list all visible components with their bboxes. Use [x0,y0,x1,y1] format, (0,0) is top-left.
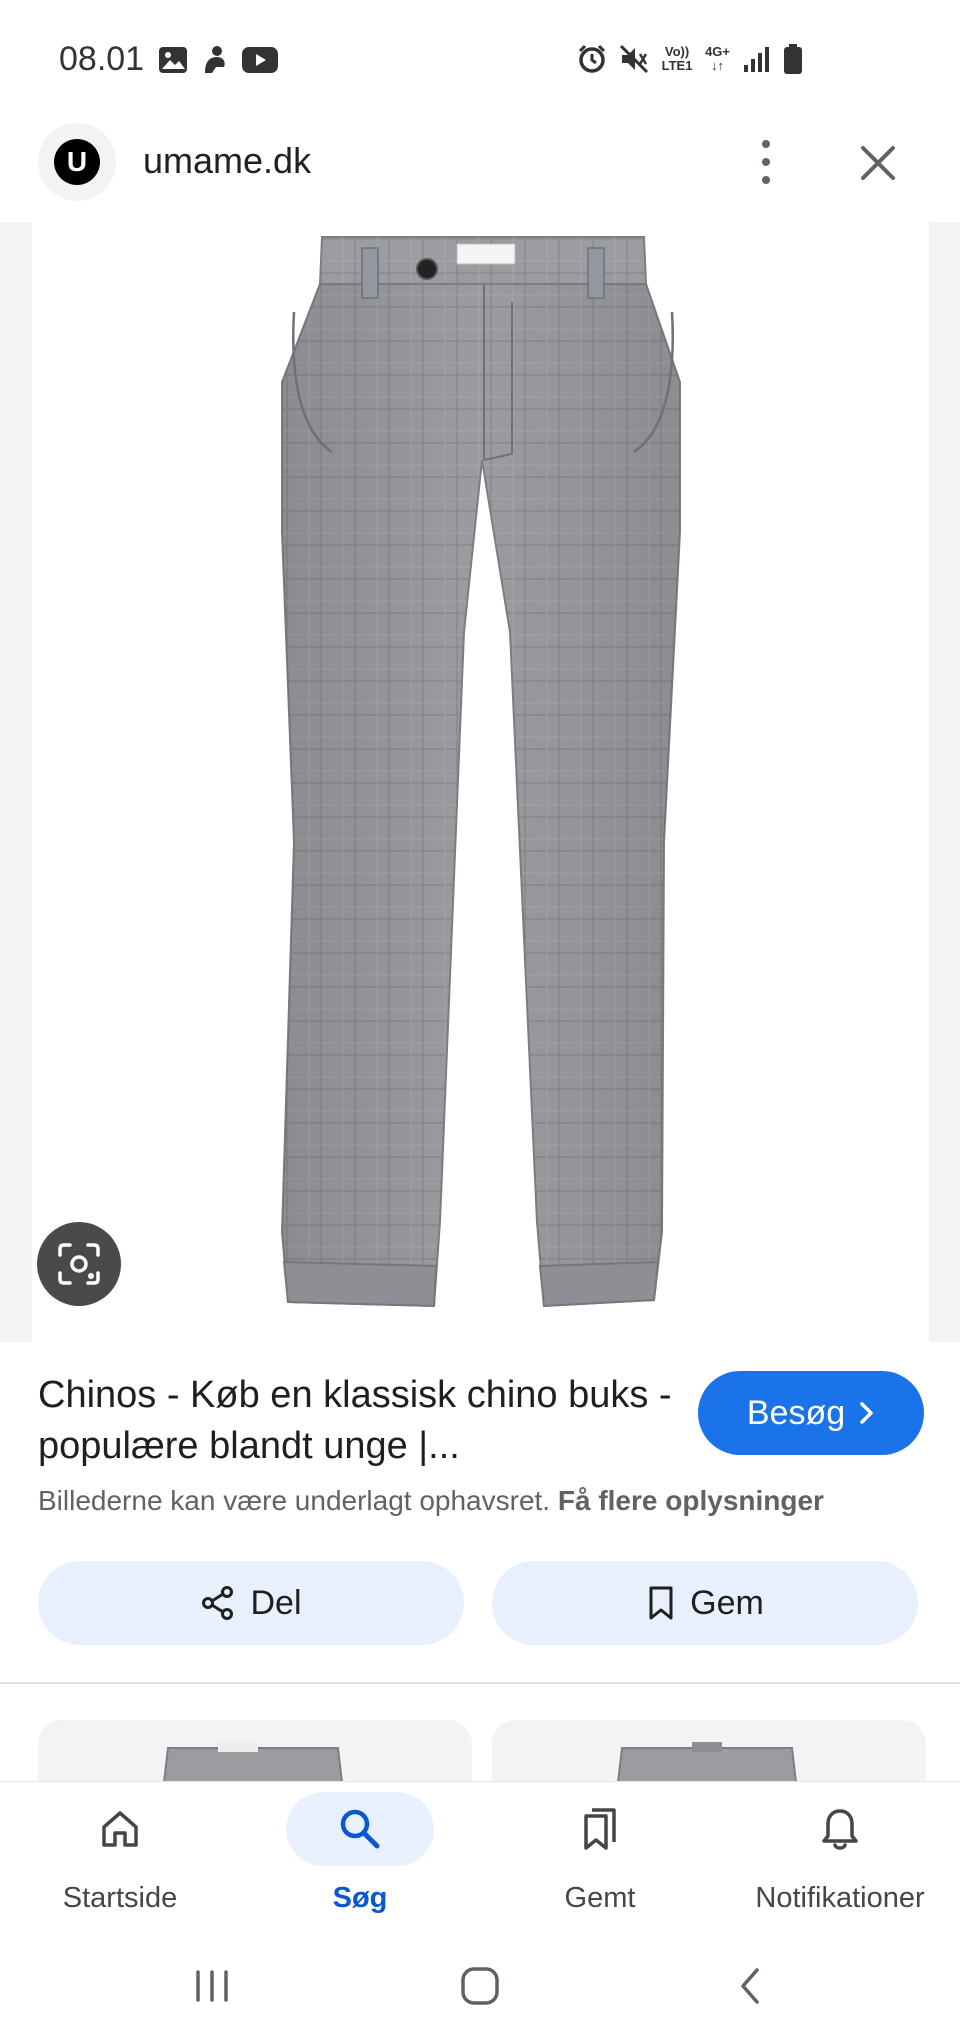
nav-search[interactable]: Søg [240,1782,480,1942]
bell-icon [822,1809,858,1850]
more-options-icon[interactable] [748,136,784,188]
bookmarks-icon [584,1808,616,1850]
home-button-icon[interactable] [450,1956,510,2016]
bird-icon [205,46,225,73]
battery-icon [784,44,802,74]
search-icon [340,1809,380,1849]
nav-saved-label: Gemt [564,1882,636,1914]
bottom-navigation: Startside Søg Gemt Notifikationer [0,1782,960,1942]
status-notification-icons [158,45,278,75]
bookmark-icon [649,1586,673,1620]
nav-saved[interactable]: Gemt [480,1782,720,1942]
recent-apps-icon[interactable] [182,1956,242,2016]
close-icon[interactable] [855,140,901,186]
nav-home-label: Startside [62,1882,178,1914]
image-viewer [0,222,960,1342]
copyright-text: Billederne kan være underlagt ophavsret. [38,1485,551,1516]
divider [0,1682,960,1684]
mute-icon [620,44,649,74]
product-image[interactable] [32,222,929,1342]
more-info-link[interactable]: Få flere oplysninger [558,1485,824,1516]
system-navigation-bar [0,1942,960,2027]
status-time: 08.01 [59,40,145,78]
lens-icon [58,1243,100,1285]
chevron-right-icon [860,1402,873,1424]
nav-notifications[interactable]: Notifikationer [720,1782,960,1942]
signal-icon [744,47,769,72]
volte-icon: Vo)) LTE1 [661,44,693,73]
nav-home[interactable]: Startside [0,1782,240,1942]
share-label: Del [250,1583,302,1622]
nav-notifications-label: Notifikationer [755,1882,925,1914]
site-domain[interactable]: umame.dk [143,140,311,182]
result-title[interactable]: Chinos - Køb en klassisk chino buks - po… [38,1370,678,1472]
browser-header: U umame.dk [0,110,960,222]
copyright-notice: Billederne kan være underlagt ophavsret.… [38,1485,824,1517]
alarm-icon [579,44,606,73]
share-button[interactable]: Del [38,1561,464,1645]
image-icon [159,47,187,73]
status-system-icons: Vo)) LTE1 4G+ ↓↑ [577,44,802,74]
back-icon[interactable] [720,1956,780,2016]
status-bar: 08.01 Vo)) LTE1 4G+ ↓↑ [0,0,960,110]
nav-search-label: Søg [332,1882,388,1914]
youtube-icon [242,47,278,73]
home-icon [102,1811,138,1847]
site-logo-letter: U [54,139,100,185]
share-icon [202,1586,234,1620]
chino-pants-image [280,236,681,1308]
visit-label: Besøg [746,1393,846,1432]
4g-icon: 4G+ ↓↑ [705,44,730,73]
site-logo[interactable]: U [38,123,116,201]
save-label: Gem [690,1583,764,1622]
visit-button[interactable]: Besøg [698,1371,924,1455]
save-button[interactable]: Gem [492,1561,918,1645]
google-lens-button[interactable] [37,1222,121,1306]
